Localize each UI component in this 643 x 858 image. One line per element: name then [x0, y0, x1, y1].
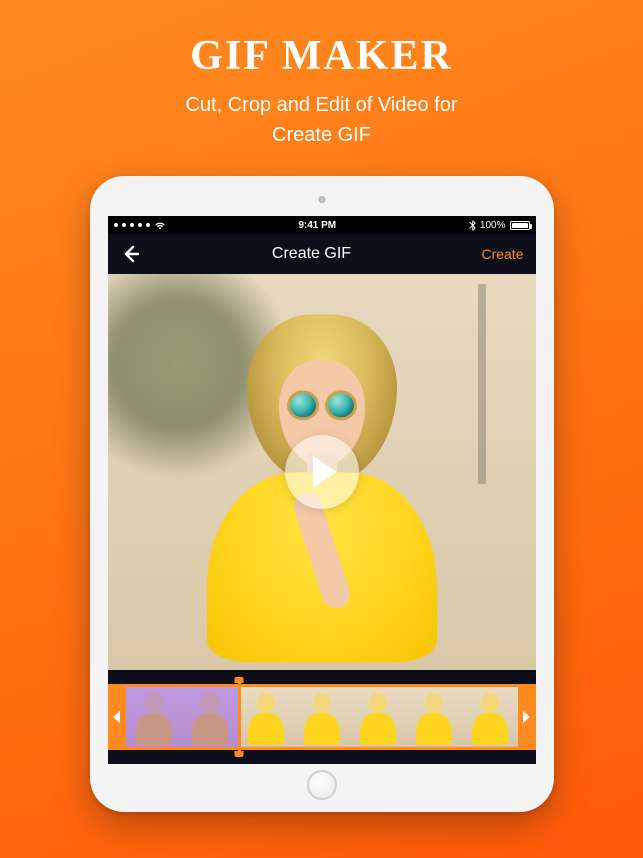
- trim-handle-right[interactable]: [518, 684, 536, 750]
- arrow-left-icon: [121, 244, 141, 264]
- tablet-home-button[interactable]: [307, 770, 337, 800]
- background-pole: [478, 284, 486, 484]
- video-preview[interactable]: [108, 274, 536, 670]
- back-button[interactable]: [120, 243, 142, 265]
- signal-dot-icon: [146, 223, 150, 227]
- trim-handle-left[interactable]: [108, 684, 126, 750]
- signal-dot-icon: [122, 223, 126, 227]
- timeline-frame[interactable]: [350, 687, 406, 747]
- timeline-frame[interactable]: [406, 687, 462, 747]
- status-bar: 9:41 PM 100%: [108, 216, 536, 234]
- hero-subtitle-line2: Create GIF: [272, 124, 371, 146]
- play-button[interactable]: [285, 435, 359, 509]
- battery-icon: [510, 221, 530, 230]
- timeline-frame[interactable]: [182, 687, 238, 747]
- hero-subtitle-line1: Cut, Crop and Edit of Video for: [185, 94, 457, 116]
- timeline-frame[interactable]: [126, 687, 182, 747]
- promo-stage: GIF MAKER Cut, Crop and Edit of Video fo…: [0, 0, 643, 858]
- screen-title: Create GIF: [272, 245, 351, 263]
- wifi-icon: [154, 221, 166, 230]
- signal-dot-icon: [114, 223, 118, 227]
- bottom-padding: [108, 756, 536, 764]
- create-action[interactable]: Create: [481, 246, 523, 262]
- status-time: 9:41 PM: [298, 220, 336, 231]
- timeline-frames[interactable]: [126, 684, 518, 750]
- playhead[interactable]: [238, 681, 241, 753]
- bluetooth-icon: [469, 220, 476, 231]
- signal-dot-icon: [130, 223, 134, 227]
- timeline: [108, 684, 536, 756]
- battery-percent: 100%: [480, 220, 506, 231]
- timeline-frame[interactable]: [294, 687, 350, 747]
- hero-title: GIF MAKER: [190, 32, 453, 80]
- chevron-left-icon: [113, 711, 120, 723]
- play-icon: [313, 456, 337, 488]
- timeline-frame[interactable]: [238, 687, 294, 747]
- status-left: [114, 221, 166, 230]
- tablet-frame: 9:41 PM 100% Create GIF: [90, 176, 554, 812]
- hero-subtitle: Cut, Crop and Edit of Video for Create G…: [185, 90, 457, 150]
- status-right: 100%: [469, 220, 530, 231]
- signal-dot-icon: [138, 223, 142, 227]
- app-screen: 9:41 PM 100% Create GIF: [108, 216, 536, 764]
- app-header: Create GIF Create: [108, 234, 536, 274]
- timeline-frame[interactable]: [462, 687, 518, 747]
- divider: [108, 670, 536, 684]
- chevron-right-icon: [523, 711, 530, 723]
